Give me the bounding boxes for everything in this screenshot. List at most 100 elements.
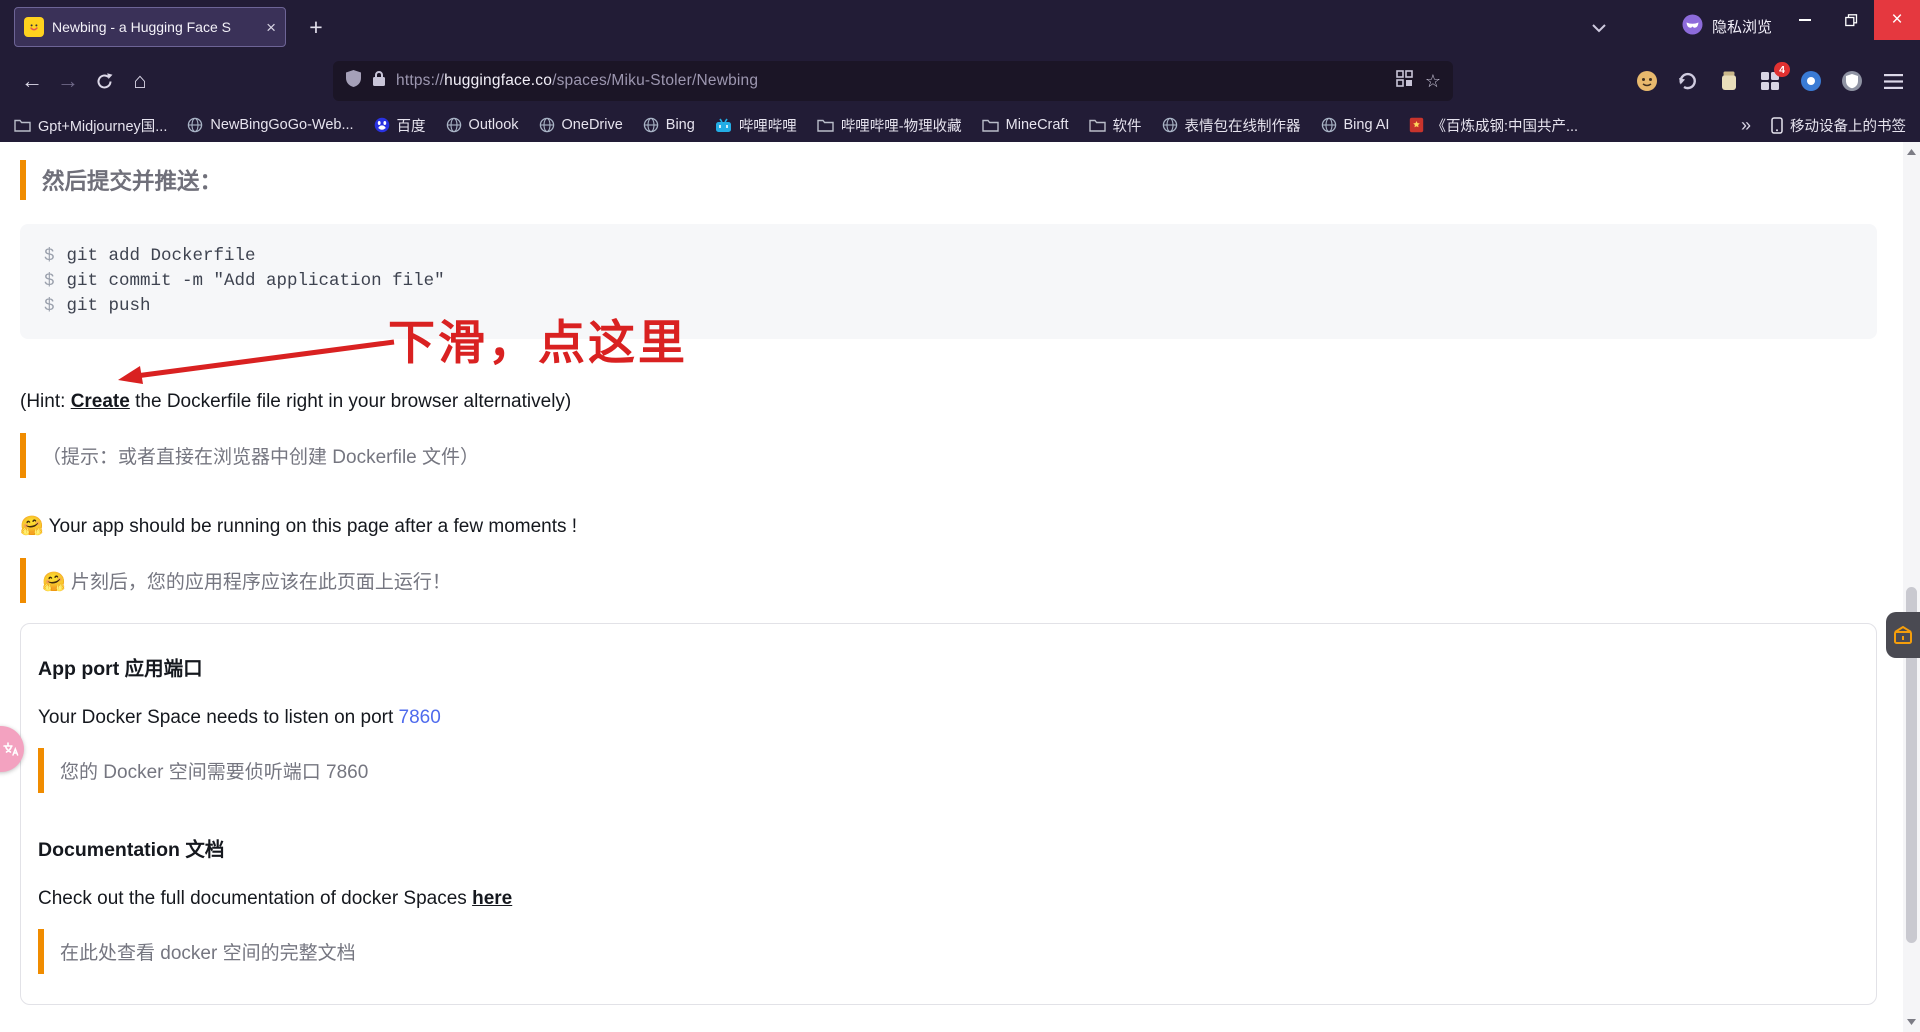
lock-icon[interactable] bbox=[372, 70, 386, 92]
code-line: $ git commit -m "Add application file" bbox=[44, 269, 1853, 294]
app-port-heading: App port 应用端口 bbox=[38, 658, 203, 680]
hint-pre: (Hint: bbox=[20, 391, 71, 412]
url-text: https://huggingface.co/spaces/Miku-Stole… bbox=[396, 72, 1386, 90]
shell-prompt: $ bbox=[44, 271, 55, 291]
bilibili-icon bbox=[715, 118, 732, 133]
huggingface-favicon-icon bbox=[24, 17, 44, 37]
code-line: $ git push bbox=[44, 294, 1853, 319]
readme-document: 然后提交并推送： $ git add Dockerfile $ git commit… bbox=[0, 142, 1903, 1005]
doc-text: Check out the full documentation of dock… bbox=[38, 888, 473, 909]
bookmark-item[interactable]: Outlook bbox=[446, 117, 519, 133]
bookmark-label: OneDrive bbox=[561, 117, 623, 133]
forward-icon[interactable]: → bbox=[50, 63, 86, 99]
bookmark-item[interactable]: NewBingGoGo-Web... bbox=[187, 117, 354, 133]
extension-face-icon[interactable] bbox=[1632, 66, 1662, 96]
globe-icon bbox=[1162, 117, 1178, 133]
mobile-bookmarks-label: 移动设备上的书签 bbox=[1790, 118, 1906, 135]
running-quote-zh: 🤗 片刻后，您的应用程序应该在此页面上运行！ bbox=[20, 558, 1877, 603]
globe-icon bbox=[539, 117, 555, 133]
bookmark-item[interactable]: 表情包在线制作器 bbox=[1162, 115, 1301, 136]
bookmarks-overflow-icon[interactable]: » bbox=[1741, 115, 1751, 136]
home-icon[interactable]: ⌂ bbox=[122, 63, 158, 99]
private-mask-icon bbox=[1682, 14, 1703, 39]
bookmark-label: 《百炼成钢:中国共产... bbox=[1431, 118, 1579, 135]
folder-icon bbox=[817, 118, 834, 132]
bookmark-item[interactable]: MineCraft bbox=[981, 117, 1069, 133]
push-heading: 然后提交并推送： bbox=[20, 160, 1877, 200]
bookmark-item[interactable]: 《百炼成钢:中国共产... bbox=[1409, 115, 1578, 136]
info-box: App port 应用端口 Your Docker Space needs to… bbox=[20, 623, 1877, 1005]
mobile-bookmarks-item[interactable]: 移动设备上的书签 bbox=[1771, 115, 1906, 136]
close-button[interactable]: × bbox=[1874, 0, 1920, 40]
extension-grid-icon[interactable]: 4 bbox=[1755, 62, 1790, 96]
bookmark-item[interactable]: Gpt+Midjourney国... bbox=[14, 115, 167, 136]
qr-code-icon[interactable] bbox=[1396, 70, 1413, 92]
globe-icon bbox=[1321, 117, 1337, 133]
window-controls: × bbox=[1782, 0, 1920, 40]
port-quote-zh: 您的 Docker 空间需要侦听端口 7860 bbox=[38, 748, 1852, 793]
bookmark-item[interactable]: Bing bbox=[643, 117, 695, 133]
extension-blue-circle-icon[interactable] bbox=[1796, 66, 1826, 96]
bookmark-label: 软件 bbox=[1112, 118, 1142, 135]
shell-prompt: $ bbox=[44, 296, 55, 316]
restore-icon bbox=[1844, 13, 1857, 26]
bookmark-star-icon[interactable]: ☆ bbox=[1425, 72, 1441, 90]
phone-icon bbox=[1771, 116, 1783, 134]
bookmark-item[interactable]: 哔哩哔哩-物理收藏 bbox=[817, 115, 962, 136]
hint-line: (Hint: Create the Dockerfile file right … bbox=[20, 391, 1877, 413]
extension-jar-icon[interactable] bbox=[1714, 66, 1744, 96]
orange-box-icon bbox=[1894, 626, 1912, 644]
bookmarks-list: Gpt+Midjourney国... NewBingGoGo-Web... 百度 Ou… bbox=[14, 115, 1578, 136]
tracking-protection-shield-icon[interactable] bbox=[345, 69, 362, 93]
bookmark-item[interactable]: 哔哩哔哩 bbox=[715, 115, 797, 136]
url-bar[interactable]: https://huggingface.co/spaces/Miku-Stole… bbox=[333, 61, 1453, 101]
tab-close-icon[interactable]: × bbox=[266, 19, 276, 36]
menu-icon[interactable] bbox=[1878, 66, 1908, 96]
annotation-arrow bbox=[118, 339, 395, 384]
create-link[interactable]: Create bbox=[71, 391, 130, 412]
port-7860-link[interactable]: 7860 bbox=[399, 707, 441, 728]
scroll-up-arrow-icon[interactable] bbox=[1903, 144, 1920, 160]
extensions-area: 4 bbox=[1632, 62, 1920, 96]
bookmark-label: 哔哩哔哩-物理收藏 bbox=[840, 118, 962, 135]
baidu-icon bbox=[374, 117, 390, 133]
bookmark-label: MineCraft bbox=[1005, 117, 1069, 133]
list-all-tabs-chevron-icon[interactable] bbox=[1592, 20, 1606, 38]
code-text: git add Dockerfile bbox=[66, 246, 256, 266]
browser-chrome: Newbing - a Hugging Face S × + 隐私浏览 × ← … bbox=[0, 0, 1920, 142]
minimize-icon bbox=[1799, 19, 1811, 21]
extension-undo-arrow-icon[interactable] bbox=[1673, 66, 1703, 96]
vertical-scrollbar[interactable] bbox=[1903, 142, 1920, 1032]
doc-paragraph: Check out the full documentation of dock… bbox=[38, 888, 1852, 910]
tab-title: Newbing - a Hugging Face S bbox=[52, 19, 231, 35]
bookmark-label: Bing bbox=[665, 117, 695, 133]
back-icon[interactable]: ← bbox=[14, 63, 50, 99]
restore-button[interactable] bbox=[1828, 0, 1874, 40]
new-tab-button[interactable]: + bbox=[300, 11, 332, 43]
bookmark-item[interactable]: Bing AI bbox=[1321, 117, 1389, 133]
url-protocol: https:// bbox=[396, 72, 445, 89]
sidebar-handle-widget[interactable] bbox=[1886, 612, 1920, 658]
scroll-down-arrow-icon[interactable] bbox=[1903, 1014, 1920, 1030]
bookmark-item[interactable]: 百度 bbox=[374, 115, 426, 136]
extension-gray-circle-icon[interactable] bbox=[1837, 66, 1867, 96]
running-text-en: 🤗 Your app should be running on this pag… bbox=[20, 516, 578, 537]
port-text: Your Docker Space needs to listen on por… bbox=[38, 707, 399, 728]
hint-post: the Dockerfile file right in your browse… bbox=[129, 391, 572, 412]
doc-quote-zh: 在此处查看 docker 空间的完整文档 bbox=[38, 929, 1852, 974]
bookmark-label: 百度 bbox=[396, 118, 426, 135]
reload-icon[interactable] bbox=[86, 63, 122, 99]
bookmark-label: 哔哩哔哩 bbox=[738, 118, 797, 135]
minimize-button[interactable] bbox=[1782, 0, 1828, 40]
bookmark-item[interactable]: OneDrive bbox=[539, 117, 623, 133]
bookmark-label: Outlook bbox=[468, 117, 519, 133]
shell-prompt: $ bbox=[44, 246, 55, 266]
globe-icon bbox=[643, 117, 659, 133]
here-link[interactable]: here bbox=[472, 888, 512, 909]
browser-tab[interactable]: Newbing - a Hugging Face S × bbox=[14, 7, 286, 47]
bookmarks-toolbar: Gpt+Midjourney国... NewBingGoGo-Web... 百度 Ou… bbox=[0, 108, 1920, 142]
url-domain: huggingface.co bbox=[444, 72, 553, 89]
page-content: 然后提交并推送： $ git add Dockerfile $ git commit… bbox=[0, 142, 1903, 1032]
code-block: $ git add Dockerfile $ git commit -m "Add … bbox=[20, 224, 1877, 339]
bookmark-item[interactable]: 软件 bbox=[1088, 115, 1142, 136]
